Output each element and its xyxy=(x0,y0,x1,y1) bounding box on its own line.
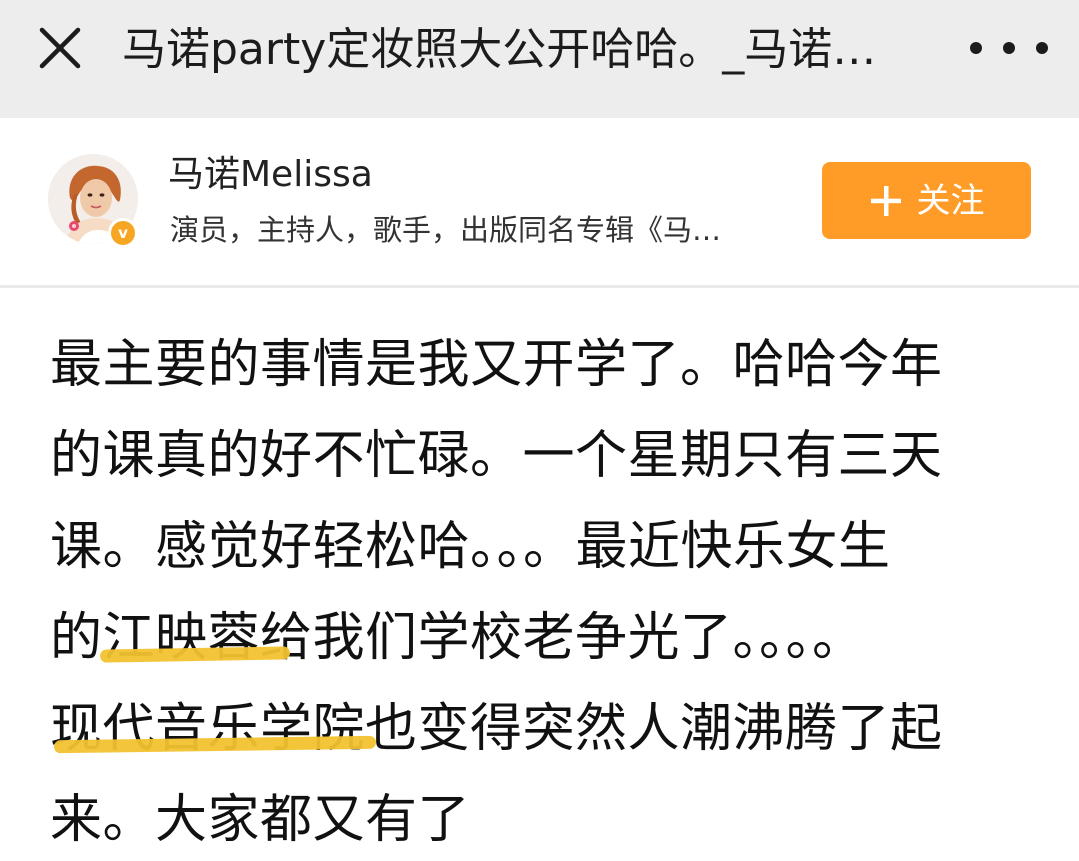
plus-icon xyxy=(870,185,901,216)
post-line: 的课真的好不忙碌。一个星期只有三天 xyxy=(50,426,943,486)
more-button[interactable] xyxy=(966,30,1052,66)
close-button[interactable] xyxy=(36,24,84,72)
post-line: 来。大家都又有了 xyxy=(50,790,471,850)
follow-label: 关注 xyxy=(916,180,985,221)
verified-badge-icon: v xyxy=(108,218,138,248)
more-dots-icon xyxy=(970,42,1048,54)
post-line: 课。感觉好轻松哈。。。最近快乐女生 xyxy=(50,517,891,577)
post-line: 现代音乐学院也变得突然人潮沸腾了起 xyxy=(50,699,943,759)
author-profile-bar: v 马诺Melissa 演员，主持人，歌手，出版同名专辑《马… 关注 xyxy=(0,118,1079,288)
post-line: 最主要的事情是我又开学了。哈哈今年 xyxy=(50,335,943,395)
post-line: 的江映蓉给我们学校老争光了。。。。 xyxy=(50,608,865,668)
author-name[interactable]: 马诺Melissa xyxy=(168,152,373,198)
page-title: 马诺party定妆照大公开哈哈。_马诺… xyxy=(122,24,877,75)
author-description: 演员，主持人，歌手，出版同名专辑《马… xyxy=(170,213,722,247)
post-body: 最主要的事情是我又开学了。哈哈今年 的课真的好不忙碌。一个星期只有三天 课。感觉… xyxy=(50,320,1050,861)
webview-page: 马诺party定妆照大公开哈哈。_马诺… v 马诺Melissa 演员，主持人，… xyxy=(0,0,1079,861)
follow-button[interactable]: 关注 xyxy=(822,162,1031,239)
title-bar: 马诺party定妆照大公开哈哈。_马诺… xyxy=(0,0,1079,118)
close-icon xyxy=(39,27,81,69)
